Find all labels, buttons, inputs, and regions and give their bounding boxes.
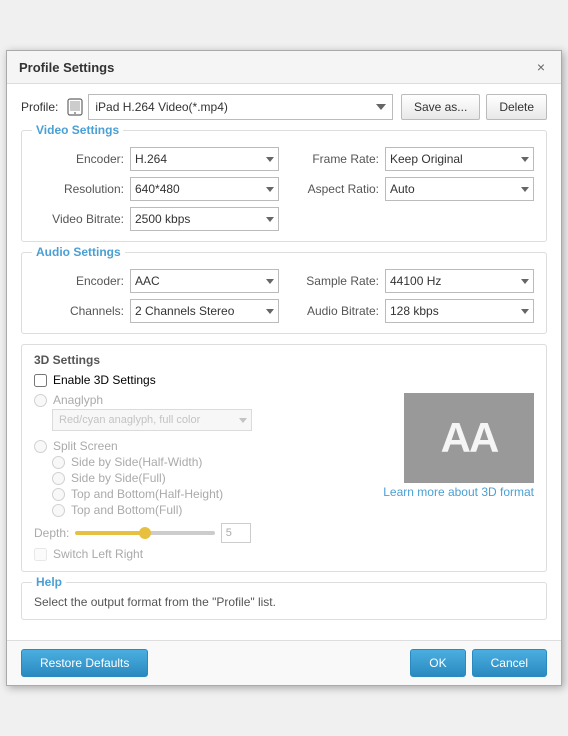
help-title: Help: [32, 575, 66, 589]
anaglyph-radio[interactable]: [34, 394, 47, 407]
three-d-layout: Anaglyph Red/cyan anaglyph, full color S…: [34, 393, 534, 561]
channels-label: Channels:: [34, 304, 124, 318]
side-by-side-full-radio[interactable]: [52, 472, 65, 485]
switch-row: Switch Left Right: [34, 547, 373, 561]
channels-select[interactable]: 2 Channels Stereo: [130, 299, 279, 323]
help-text: Select the output format from the "Profi…: [34, 595, 534, 609]
side-by-side-half-label: Side by Side(Half-Width): [71, 455, 202, 469]
encoder-label: Encoder:: [34, 152, 124, 166]
audio-right-col: Sample Rate: 44100 Hz Audio Bitrate: 128…: [289, 269, 534, 323]
encoder-row: Encoder: H.264: [34, 147, 279, 171]
audio-bitrate-row: Audio Bitrate: 128 kbps: [289, 299, 534, 323]
restore-defaults-button[interactable]: Restore Defaults: [21, 649, 148, 677]
top-bottom-full-row: Top and Bottom(Full): [52, 503, 373, 517]
video-bitrate-label: Video Bitrate:: [34, 212, 124, 226]
video-bitrate-row: Video Bitrate: 2500 kbps: [34, 207, 279, 231]
footer-right: OK Cancel: [410, 649, 547, 677]
depth-slider[interactable]: [75, 531, 215, 535]
aspect-ratio-label: Aspect Ratio:: [289, 182, 379, 196]
enable-3d-row: Enable 3D Settings: [34, 373, 534, 387]
split-screen-options: Side by Side(Half-Width) Side by Side(Fu…: [52, 455, 373, 517]
enable-3d-label: Enable 3D Settings: [53, 373, 156, 387]
side-by-side-full-row: Side by Side(Full): [52, 471, 373, 485]
audio-encoder-label: Encoder:: [34, 274, 124, 288]
profile-settings-dialog: Profile Settings × Profile: iPad H.264 V…: [6, 50, 562, 686]
audio-left-col: Encoder: AAC Channels: 2 Channels Stereo: [34, 269, 279, 323]
audio-settings-section: Audio Settings Encoder: AAC Channels: 2 …: [21, 252, 547, 334]
audio-bitrate-label: Audio Bitrate:: [289, 304, 379, 318]
anaglyph-radio-row: Anaglyph: [34, 393, 373, 407]
dialog-body: Profile: iPad H.264 Video(*.mp4) Save as…: [7, 84, 561, 640]
audio-settings-title: Audio Settings: [32, 245, 125, 259]
split-screen-radio[interactable]: [34, 440, 47, 453]
ok-button[interactable]: OK: [410, 649, 465, 677]
audio-encoder-row: Encoder: AAC: [34, 269, 279, 293]
encoder-select[interactable]: H.264: [130, 147, 279, 171]
ipad-icon: [66, 98, 84, 116]
side-by-side-half-radio[interactable]: [52, 456, 65, 469]
split-screen-label: Split Screen: [53, 439, 118, 453]
switch-checkbox[interactable]: [34, 548, 47, 561]
learn-more-link[interactable]: Learn more about 3D format: [383, 485, 534, 499]
channels-row: Channels: 2 Channels Stereo: [34, 299, 279, 323]
depth-row: Depth:: [34, 523, 373, 543]
three-d-preview: AA: [404, 393, 534, 483]
sample-rate-select[interactable]: 44100 Hz: [385, 269, 534, 293]
delete-button[interactable]: Delete: [486, 94, 547, 120]
anaglyph-label: Anaglyph: [53, 393, 103, 407]
profile-select-wrap: iPad H.264 Video(*.mp4): [66, 94, 393, 120]
top-bottom-full-radio[interactable]: [52, 504, 65, 517]
depth-label: Depth:: [34, 526, 69, 540]
video-settings-section: Video Settings Encoder: H.264 Resolution…: [21, 130, 547, 242]
video-settings-title: Video Settings: [32, 123, 123, 137]
preview-text: AA: [441, 414, 498, 462]
video-right-col: Frame Rate: Keep Original Aspect Ratio: …: [289, 147, 534, 231]
profile-select[interactable]: iPad H.264 Video(*.mp4): [88, 94, 393, 120]
three-d-title: 3D Settings: [34, 353, 534, 367]
close-button[interactable]: ×: [533, 59, 549, 75]
depth-input[interactable]: [221, 523, 251, 543]
sample-rate-row: Sample Rate: 44100 Hz: [289, 269, 534, 293]
title-bar: Profile Settings ×: [7, 51, 561, 84]
audio-encoder-select[interactable]: AAC: [130, 269, 279, 293]
video-bitrate-select[interactable]: 2500 kbps: [130, 207, 279, 231]
resolution-select[interactable]: 640*480: [130, 177, 279, 201]
three-d-left: Anaglyph Red/cyan anaglyph, full color S…: [34, 393, 373, 561]
split-screen-radio-row: Split Screen: [34, 439, 373, 453]
frame-rate-row: Frame Rate: Keep Original: [289, 147, 534, 171]
top-bottom-half-label: Top and Bottom(Half-Height): [71, 487, 223, 501]
dialog-footer: Restore Defaults OK Cancel: [7, 640, 561, 685]
anaglyph-select[interactable]: Red/cyan anaglyph, full color: [52, 409, 252, 431]
cancel-button[interactable]: Cancel: [472, 649, 547, 677]
top-bottom-half-row: Top and Bottom(Half-Height): [52, 487, 373, 501]
top-bottom-full-label: Top and Bottom(Full): [71, 503, 182, 517]
side-by-side-half-row: Side by Side(Half-Width): [52, 455, 373, 469]
profile-row: Profile: iPad H.264 Video(*.mp4) Save as…: [21, 94, 547, 120]
profile-label: Profile:: [21, 100, 58, 114]
side-by-side-full-label: Side by Side(Full): [71, 471, 166, 485]
audio-bitrate-select[interactable]: 128 kbps: [385, 299, 534, 323]
aspect-ratio-row: Aspect Ratio: Auto: [289, 177, 534, 201]
video-left-col: Encoder: H.264 Resolution: 640*480 Video…: [34, 147, 279, 231]
resolution-row: Resolution: 640*480: [34, 177, 279, 201]
resolution-label: Resolution:: [34, 182, 124, 196]
dialog-title: Profile Settings: [19, 60, 114, 75]
switch-label: Switch Left Right: [53, 547, 143, 561]
save-as-button[interactable]: Save as...: [401, 94, 480, 120]
frame-rate-label: Frame Rate:: [289, 152, 379, 166]
top-bottom-half-radio[interactable]: [52, 488, 65, 501]
frame-rate-select[interactable]: Keep Original: [385, 147, 534, 171]
help-section: Help Select the output format from the "…: [21, 582, 547, 620]
aspect-ratio-select[interactable]: Auto: [385, 177, 534, 201]
enable-3d-checkbox[interactable]: [34, 374, 47, 387]
sample-rate-label: Sample Rate:: [289, 274, 379, 288]
three-d-settings-section: 3D Settings Enable 3D Settings Anaglyph …: [21, 344, 547, 572]
three-d-preview-col: AA Learn more about 3D format: [383, 393, 534, 561]
